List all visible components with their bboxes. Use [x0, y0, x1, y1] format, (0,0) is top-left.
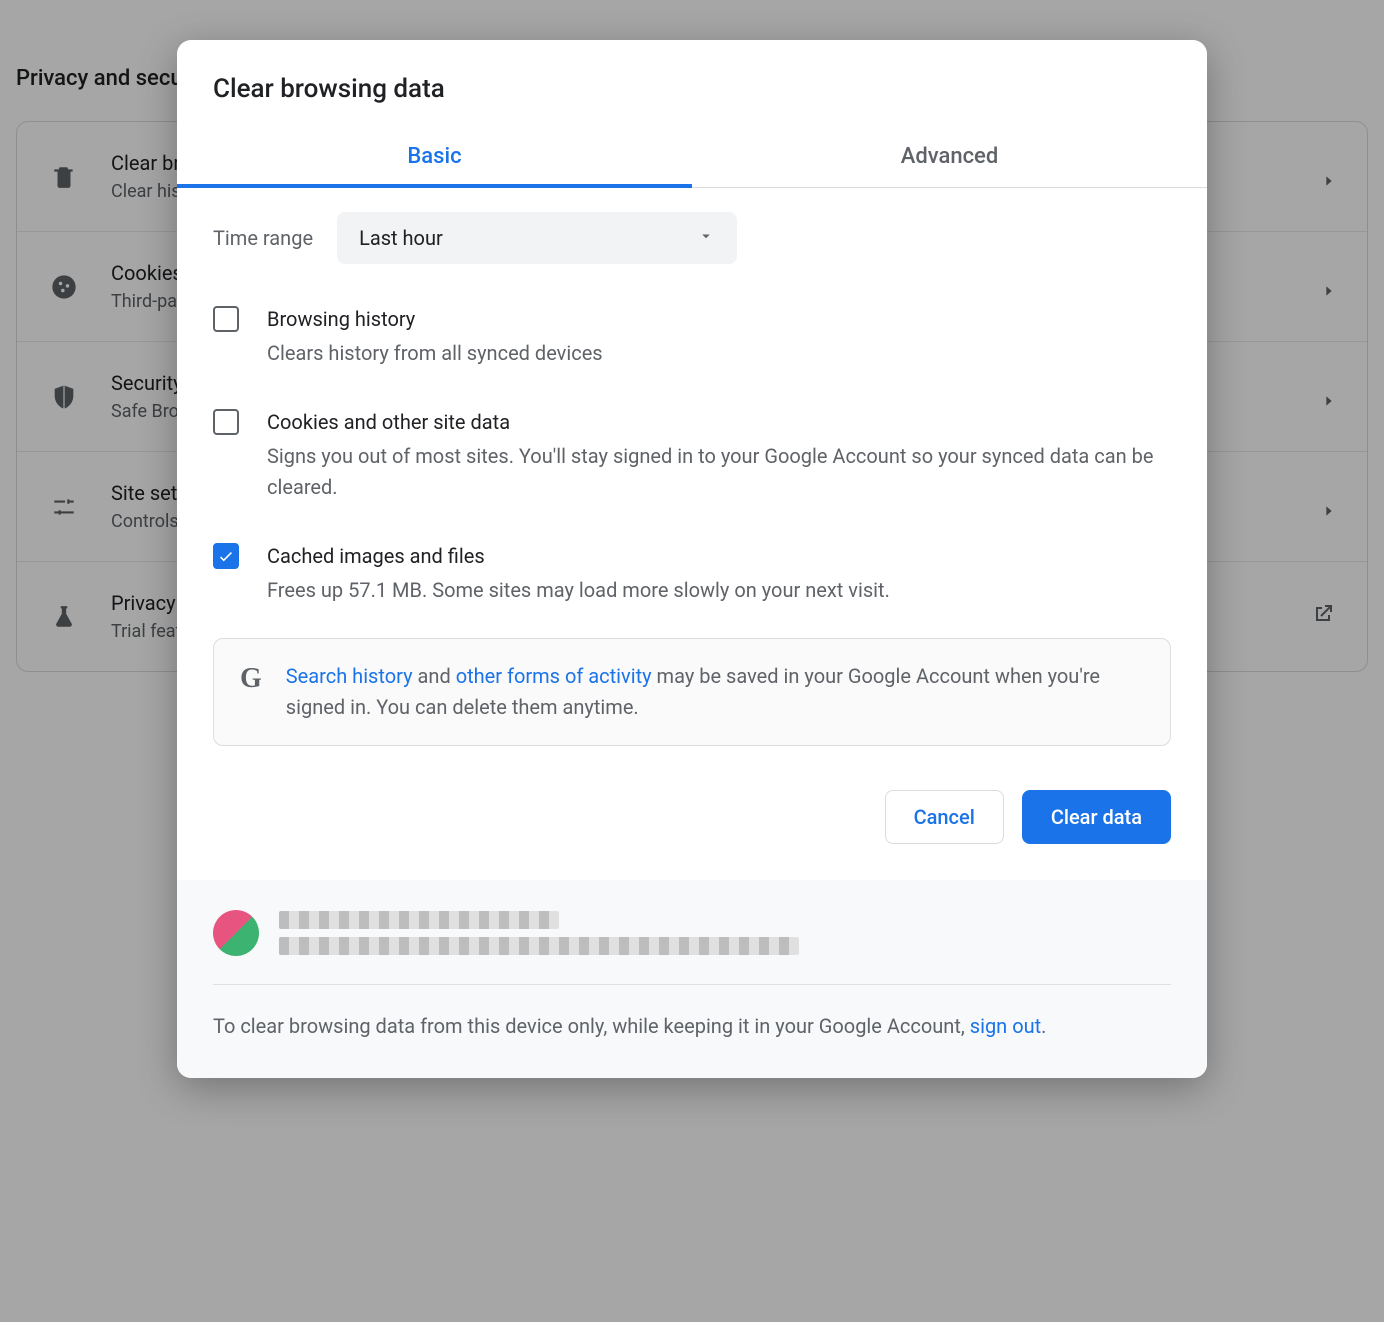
link-sign-out[interactable]: sign out [970, 1014, 1041, 1038]
option-cache[interactable]: Cached images and files Frees up 57.1 MB… [213, 527, 1171, 630]
time-range-label: Time range [213, 226, 313, 250]
link-other-activity[interactable]: other forms of activity [456, 664, 652, 688]
option-cookies[interactable]: Cookies and other site data Signs you ou… [213, 393, 1171, 527]
option-desc: Signs you out of most sites. You'll stay… [267, 441, 1171, 503]
time-range-value: Last hour [359, 226, 443, 250]
option-browsing-history[interactable]: Browsing history Clears history from all… [213, 290, 1171, 393]
chevron-down-icon [697, 226, 715, 250]
option-title: Cached images and files [267, 541, 890, 571]
checkbox-cookies[interactable] [213, 409, 239, 435]
cancel-button[interactable]: Cancel [885, 790, 1004, 844]
dialog-tabs: Basic Advanced [177, 128, 1207, 188]
google-g-icon: G [240, 661, 262, 693]
account-row [213, 910, 1171, 985]
footer-text: To clear browsing data from this device … [213, 1011, 1171, 1042]
clear-browsing-data-dialog: Clear browsing data Basic Advanced Time … [177, 40, 1207, 1078]
dialog-title: Clear browsing data [177, 40, 1207, 128]
time-range-row: Time range Last hour [213, 212, 1171, 264]
dialog-actions: Cancel Clear data [177, 764, 1207, 880]
option-desc: Frees up 57.1 MB. Some sites may load mo… [267, 575, 890, 606]
account-redacted [279, 911, 799, 955]
google-account-info: G Search history and other forms of acti… [213, 638, 1171, 746]
clear-data-button[interactable]: Clear data [1022, 790, 1171, 844]
link-search-history[interactable]: Search history [286, 664, 413, 688]
checkbox-cache[interactable] [213, 543, 239, 569]
tab-advanced[interactable]: Advanced [692, 128, 1207, 187]
option-title: Browsing history [267, 304, 603, 334]
avatar [213, 910, 259, 956]
dialog-footer: To clear browsing data from this device … [177, 880, 1207, 1078]
checkbox-browsing-history[interactable] [213, 306, 239, 332]
info-text: Search history and other forms of activi… [286, 661, 1144, 723]
option-title: Cookies and other site data [267, 407, 1171, 437]
option-desc: Clears history from all synced devices [267, 338, 603, 369]
time-range-select[interactable]: Last hour [337, 212, 737, 264]
tab-basic[interactable]: Basic [177, 128, 692, 187]
